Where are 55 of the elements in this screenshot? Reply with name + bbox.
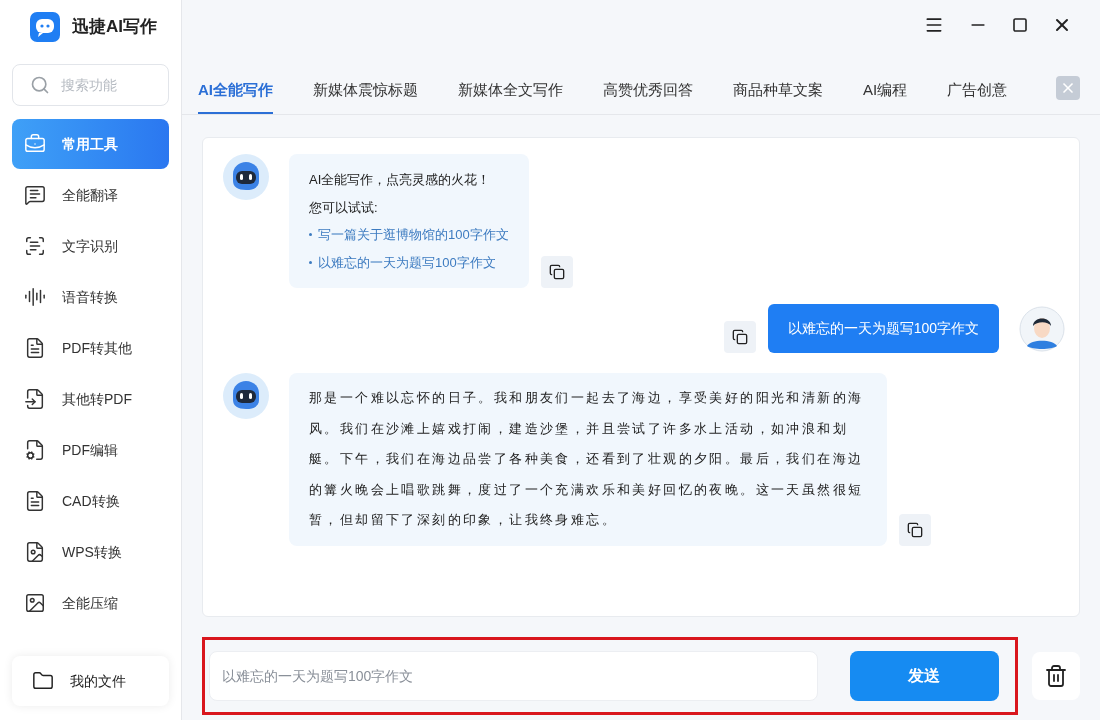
tab[interactable]: AI全能写作 — [198, 68, 273, 114]
sidebar-item[interactable]: PDF转其他 — [12, 323, 169, 373]
robot-avatar-icon — [223, 373, 269, 419]
bullet-icon — [309, 233, 312, 237]
close-icon — [1060, 80, 1076, 96]
sidebar-item[interactable]: 文字识别 — [12, 221, 169, 271]
copy-icon — [907, 521, 923, 538]
message-title: AI全能写作，点亮灵感的火花！ — [309, 171, 492, 189]
copy-button[interactable] — [899, 513, 931, 546]
message-bubble: 那是一个难以忘怀的日子。我和朋友们一起去了海边，享受美好的阳光和清新的海风。我们在沙滩上嬉戏打闹，建造沙堡，并且尝试了许多水上活动，如冲浪和划艇。下午，我们在海边品尝了各种美食，还看到了壮观的夕阳。最后，我们在海边的篝火晚会上唱歌跳舞，度过了一个充满欢乐和美好回忆的夜晚。这一天虽然很短暂，但却留下了深刻的印象，让我终身难忘。 — [289, 373, 887, 546]
robot-avatar-icon — [223, 154, 269, 200]
document-gear-icon — [24, 439, 46, 461]
clear-button[interactable] — [1032, 652, 1080, 700]
tab[interactable]: 广告创意 — [947, 68, 1008, 114]
search-field[interactable]: 搜索功能 — [12, 64, 169, 106]
sidebar-item[interactable]: 其他转PDF — [12, 374, 169, 424]
sidebar-item[interactable]: CAD转换 — [12, 476, 169, 526]
maximize-icon[interactable] — [1012, 17, 1028, 33]
app-title: 迅捷AI写作 — [72, 16, 157, 39]
text-scan-icon — [24, 235, 46, 257]
search-icon — [30, 75, 50, 95]
sidebar-item[interactable]: 全能压缩 — [12, 578, 169, 628]
document-image-icon — [24, 541, 46, 563]
sidebar-item[interactable]: WPS转换 — [12, 527, 169, 577]
bullet-icon — [309, 260, 312, 264]
my-files-button[interactable]: 我的文件 — [12, 656, 169, 706]
document-icon — [24, 490, 46, 512]
tab[interactable]: 高赞优秀回答 — [603, 68, 693, 114]
menu-icon[interactable] — [924, 15, 944, 35]
message-hint: 您可以试试: — [309, 198, 379, 217]
briefcase-icon — [24, 133, 46, 155]
message-input[interactable]: 以难忘的一天为题写100字作文 — [209, 651, 818, 701]
copy-icon — [731, 329, 748, 345]
sidebar-item[interactable]: 全能翻译 — [12, 170, 169, 220]
suggestion-link[interactable]: 写一篇关于逛博物馆的100字作文 — [318, 225, 509, 245]
user-message: 以难忘的一天为题写100字作文 — [767, 304, 999, 353]
folder-icon — [32, 670, 54, 692]
copy-button[interactable] — [723, 321, 756, 353]
image-icon — [24, 592, 46, 614]
suggestion-link[interactable]: 以难忘的一天为题写100字作文 — [318, 252, 496, 272]
tab[interactable]: AI编程 — [863, 68, 908, 114]
copy-icon — [548, 264, 565, 280]
tab[interactable]: 新媒体震惊标题 — [313, 68, 418, 114]
tab[interactable]: 商品种草文案 — [733, 68, 823, 114]
sidebar-item[interactable]: 语音转换 — [12, 272, 169, 322]
document-icon — [24, 388, 46, 410]
app-logo-icon — [30, 12, 60, 42]
chat-icon — [24, 184, 46, 206]
sidebar-item[interactable]: PDF编辑 — [12, 425, 169, 475]
tab[interactable]: 新媒体全文写作 — [458, 68, 563, 114]
copy-button[interactable] — [540, 256, 573, 288]
document-icon — [24, 337, 46, 359]
user-avatar-icon — [1019, 306, 1065, 352]
audio-icon — [24, 286, 46, 308]
trash-icon — [1044, 664, 1068, 688]
